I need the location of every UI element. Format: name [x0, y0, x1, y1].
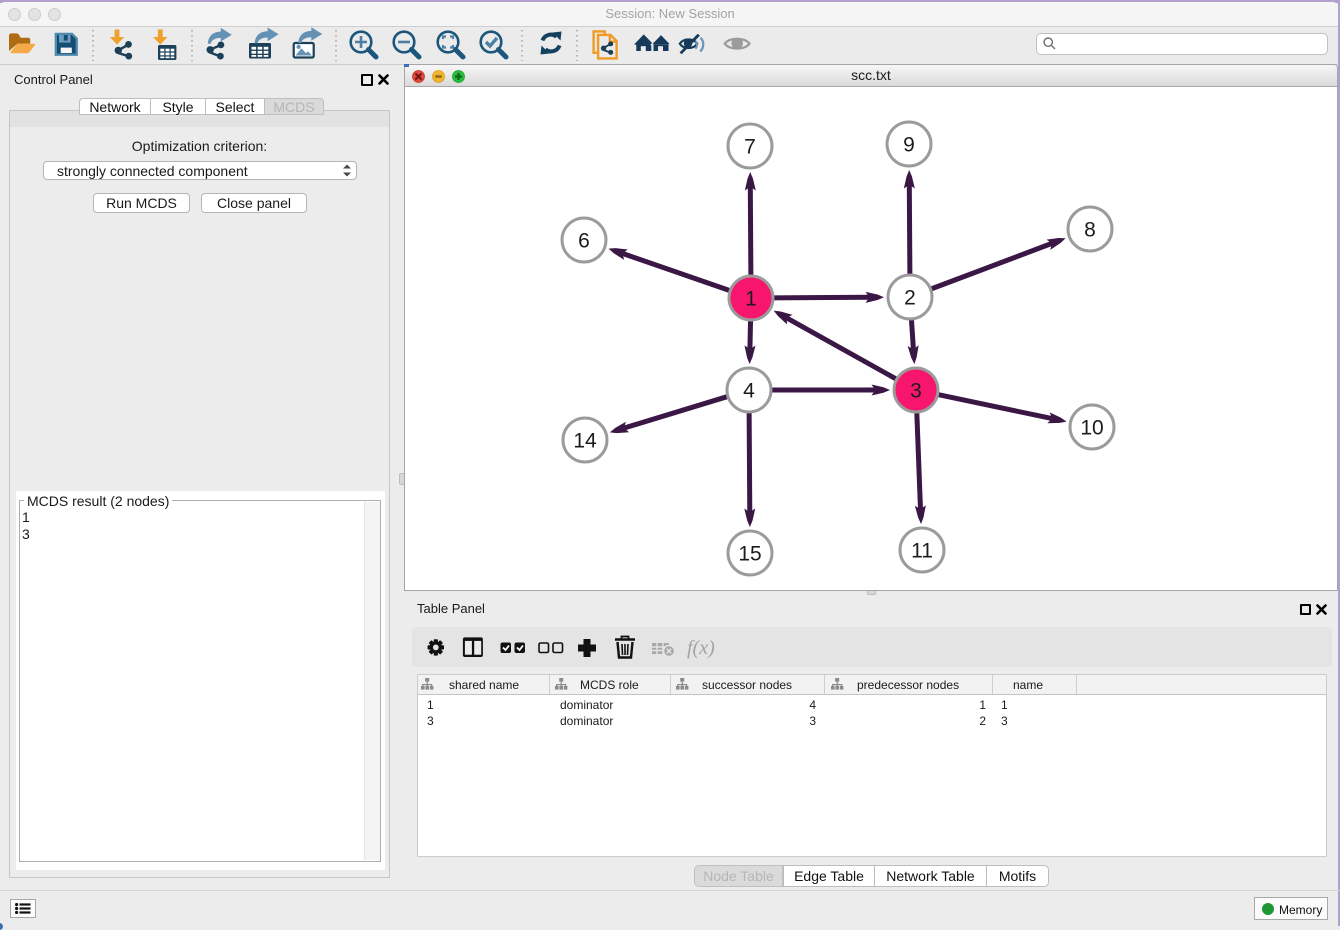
svg-text:dominator: dominator	[560, 698, 613, 712]
svg-text:7: 7	[744, 136, 756, 159]
svg-text:f(x): f(x)	[687, 637, 715, 659]
svg-text:shared name: shared name	[449, 678, 519, 692]
svg-text:1: 1	[427, 698, 434, 712]
svg-text:3: 3	[910, 380, 922, 403]
svg-text:3: 3	[809, 714, 816, 728]
svg-text:11: 11	[911, 540, 933, 563]
svg-text:name: name	[1013, 678, 1043, 692]
svg-text:1: 1	[745, 288, 757, 311]
svg-text:predecessor nodes: predecessor nodes	[857, 678, 959, 692]
svg-text:3: 3	[1001, 714, 1008, 728]
svg-text:successor nodes: successor nodes	[702, 678, 792, 692]
svg-text:4: 4	[743, 380, 755, 403]
svg-text:4: 4	[809, 698, 816, 712]
svg-text:1: 1	[1001, 698, 1008, 712]
svg-text:1: 1	[979, 698, 986, 712]
svg-text:MCDS role: MCDS role	[580, 678, 639, 692]
svg-text:dominator: dominator	[560, 714, 613, 728]
svg-text:2: 2	[904, 287, 916, 310]
svg-text:15: 15	[738, 543, 761, 566]
svg-text:3: 3	[427, 714, 434, 728]
svg-text:2: 2	[979, 714, 986, 728]
svg-text:9: 9	[903, 134, 915, 157]
svg-text:14: 14	[573, 430, 597, 453]
svg-text:10: 10	[1080, 417, 1103, 440]
svg-text:8: 8	[1084, 219, 1096, 242]
svg-text:6: 6	[578, 230, 590, 253]
